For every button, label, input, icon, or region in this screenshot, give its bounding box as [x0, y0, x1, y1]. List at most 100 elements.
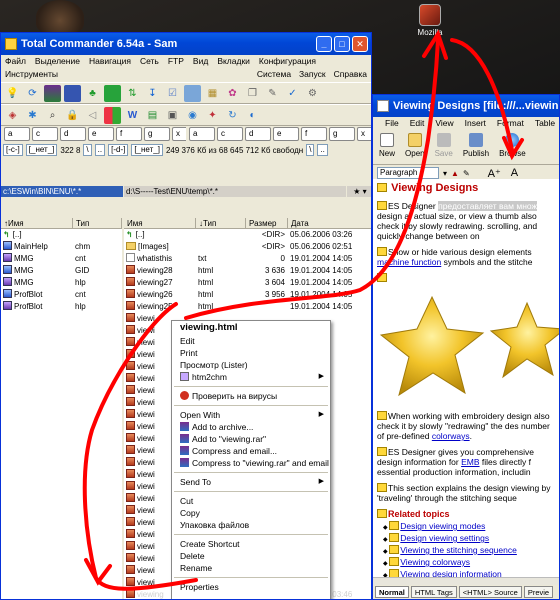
- ctx-compress-rar-email[interactable]: Compress to "viewing.rar" and email: [172, 457, 330, 469]
- drive-button[interactable]: a: [189, 127, 215, 141]
- file-row[interactable]: MainHelp chm: [1, 241, 122, 253]
- maximize-button[interactable]: □: [334, 36, 350, 52]
- network-icon[interactable]: ✓: [284, 85, 301, 102]
- copy-icon[interactable]: ❐: [244, 85, 261, 102]
- drive-button[interactable]: g: [329, 127, 355, 141]
- drive-button[interactable]: e: [273, 127, 299, 141]
- vd-menu-item[interactable]: View: [435, 118, 453, 130]
- file-row[interactable]: viewing26 html 3 956 19.01.2004 14:05: [124, 289, 371, 301]
- file-row[interactable]: ↰ [..] <DIR> 05.06.2006 03:26: [124, 229, 371, 241]
- settings-icon[interactable]: ⚙: [304, 85, 321, 102]
- menu-item[interactable]: FTP: [168, 56, 184, 68]
- ctx-send-to[interactable]: Send To ▶: [172, 476, 330, 488]
- close-button[interactable]: ✕: [352, 36, 368, 52]
- left-path-bar[interactable]: c:\ESWin\BIN\ENU\*.*: [1, 186, 123, 197]
- drive-button[interactable]: x: [357, 127, 371, 141]
- ctx-add-rar[interactable]: Add to "viewing.rar": [172, 433, 330, 445]
- increase-font-icon[interactable]: A⁺: [488, 167, 501, 180]
- file-row[interactable]: MMG cnt: [1, 253, 122, 265]
- drive-button[interactable]: e: [88, 127, 114, 141]
- paint-icon[interactable]: ✦: [204, 107, 221, 124]
- menu-item[interactable]: Вкладки: [217, 56, 250, 68]
- word-icon[interactable]: W: [124, 107, 141, 124]
- file-row[interactable]: viewing25 html 19.01.2004 14:05: [124, 301, 371, 313]
- drive-button[interactable]: f: [301, 127, 327, 141]
- left-col-type[interactable]: Тип: [73, 218, 122, 228]
- menu-item-launch[interactable]: Запуск: [299, 69, 326, 82]
- open-button[interactable]: Open: [405, 133, 425, 162]
- menu-item[interactable]: Выделение: [35, 56, 80, 68]
- tab-html-source[interactable]: <HTML> Source: [458, 586, 522, 598]
- save-button[interactable]: Save: [435, 133, 453, 162]
- cycle-icon[interactable]: ↻: [224, 107, 241, 124]
- right-up-button[interactable]: ..: [317, 144, 328, 156]
- back-icon[interactable]: ◁: [84, 107, 101, 124]
- file-row[interactable]: viewing28 html 3 636 19.01.2004 14:05: [124, 265, 371, 277]
- vd-menu-item[interactable]: Format: [497, 118, 524, 130]
- archive-icon[interactable]: [44, 84, 61, 102]
- ctx-edit[interactable]: Edit: [172, 335, 330, 347]
- right-root-button[interactable]: \: [306, 144, 315, 156]
- flower-icon[interactable]: ✿: [224, 85, 241, 102]
- pack-icon[interactable]: [64, 84, 81, 102]
- right-path-bar[interactable]: d:\S-----Test\ENU\temp\*.*: [124, 186, 346, 197]
- emb-link[interactable]: EMB: [461, 457, 479, 467]
- tab-preview[interactable]: Previe: [523, 586, 554, 598]
- file-row[interactable]: viewing27 html 3 604 19.01.2004 14:05: [124, 277, 371, 289]
- browse-button[interactable]: Browse: [499, 133, 526, 162]
- ctx-lister[interactable]: Просмотр (Lister): [172, 359, 330, 371]
- menu-item-system[interactable]: Система: [257, 69, 291, 82]
- folder-tree-icon[interactable]: ▦: [204, 85, 221, 102]
- vd-menu-item[interactable]: Table: [535, 118, 555, 130]
- ctx-pack[interactable]: Упаковка файлов: [172, 519, 330, 531]
- image-icon[interactable]: [184, 84, 201, 102]
- bulb-icon[interactable]: 💡: [4, 85, 21, 102]
- vd-menu-item[interactable]: Insert: [465, 118, 486, 130]
- vd-titlebar[interactable]: Viewing Designs [file:///...viewing.htm: [373, 95, 559, 117]
- ctx-add-archive[interactable]: Add to archive...: [172, 421, 330, 433]
- sync-icon[interactable]: ⇅: [124, 85, 141, 102]
- new-button[interactable]: New: [379, 133, 395, 162]
- windows-icon[interactable]: [104, 106, 121, 124]
- ctx-print[interactable]: Print: [172, 347, 330, 359]
- left-up-button[interactable]: ..: [94, 144, 106, 156]
- ctx-virus-scan[interactable]: Проверить на вирусы: [172, 390, 330, 402]
- font-color-icon[interactable]: ▲: [451, 169, 459, 178]
- drive-button[interactable]: f: [116, 127, 142, 141]
- paragraph-style-select[interactable]: Paragraph: [377, 167, 439, 179]
- file-row[interactable]: ProfBlot hlp: [1, 301, 122, 313]
- spreadsheet-icon[interactable]: ▤: [144, 107, 161, 124]
- menu-item-tools[interactable]: Инструменты: [5, 69, 58, 82]
- right-col-name[interactable]: Имя: [124, 218, 196, 228]
- file-row[interactable]: whatisthis txt 0 19.01.2004 14:05: [124, 253, 371, 265]
- drive-button[interactable]: d: [245, 127, 271, 141]
- right-net-select[interactable]: [_нет_]: [131, 144, 163, 156]
- menu-item[interactable]: Файл: [5, 56, 26, 68]
- ctx-delete[interactable]: Delete: [172, 550, 330, 562]
- file-row[interactable]: MMG GID: [1, 265, 122, 277]
- ctx-htm2chm[interactable]: htm2chm ▶: [172, 371, 330, 383]
- left-root-button[interactable]: \: [83, 144, 92, 156]
- menu-item[interactable]: Конфигурация: [259, 56, 316, 68]
- colorways-link[interactable]: colorways: [432, 431, 470, 441]
- drive-button[interactable]: d: [60, 127, 86, 141]
- path-bar-buttons[interactable]: ★ ▾: [347, 186, 371, 197]
- ctx-compress-email[interactable]: Compress and email...: [172, 445, 330, 457]
- horizontal-scrollbar[interactable]: [373, 577, 559, 585]
- text-icon[interactable]: ✎: [264, 85, 281, 102]
- ctx-properties[interactable]: Properties: [172, 581, 330, 593]
- search-icon[interactable]: ⌕: [44, 107, 61, 124]
- file-row[interactable]: MMG hlp: [1, 277, 122, 289]
- cube-icon[interactable]: [104, 84, 121, 102]
- publish-button[interactable]: Publish: [463, 133, 489, 162]
- ctx-open-with[interactable]: Open With ▶: [172, 409, 330, 421]
- related-link-0[interactable]: Design viewing modes: [400, 521, 485, 531]
- right-col-size[interactable]: Размер: [246, 218, 288, 228]
- related-link-2[interactable]: Viewing the stitching sequence: [400, 545, 517, 555]
- tab-html-tags[interactable]: HTML Tags: [410, 586, 457, 598]
- file-row[interactable]: ↰ [..]: [1, 229, 122, 241]
- ctx-copy[interactable]: Copy: [172, 507, 330, 519]
- related-link-1[interactable]: Design viewing settings: [400, 533, 489, 543]
- left-net-select[interactable]: [_нет_]: [25, 144, 58, 156]
- right-drive-select[interactable]: [-d-]: [108, 144, 129, 156]
